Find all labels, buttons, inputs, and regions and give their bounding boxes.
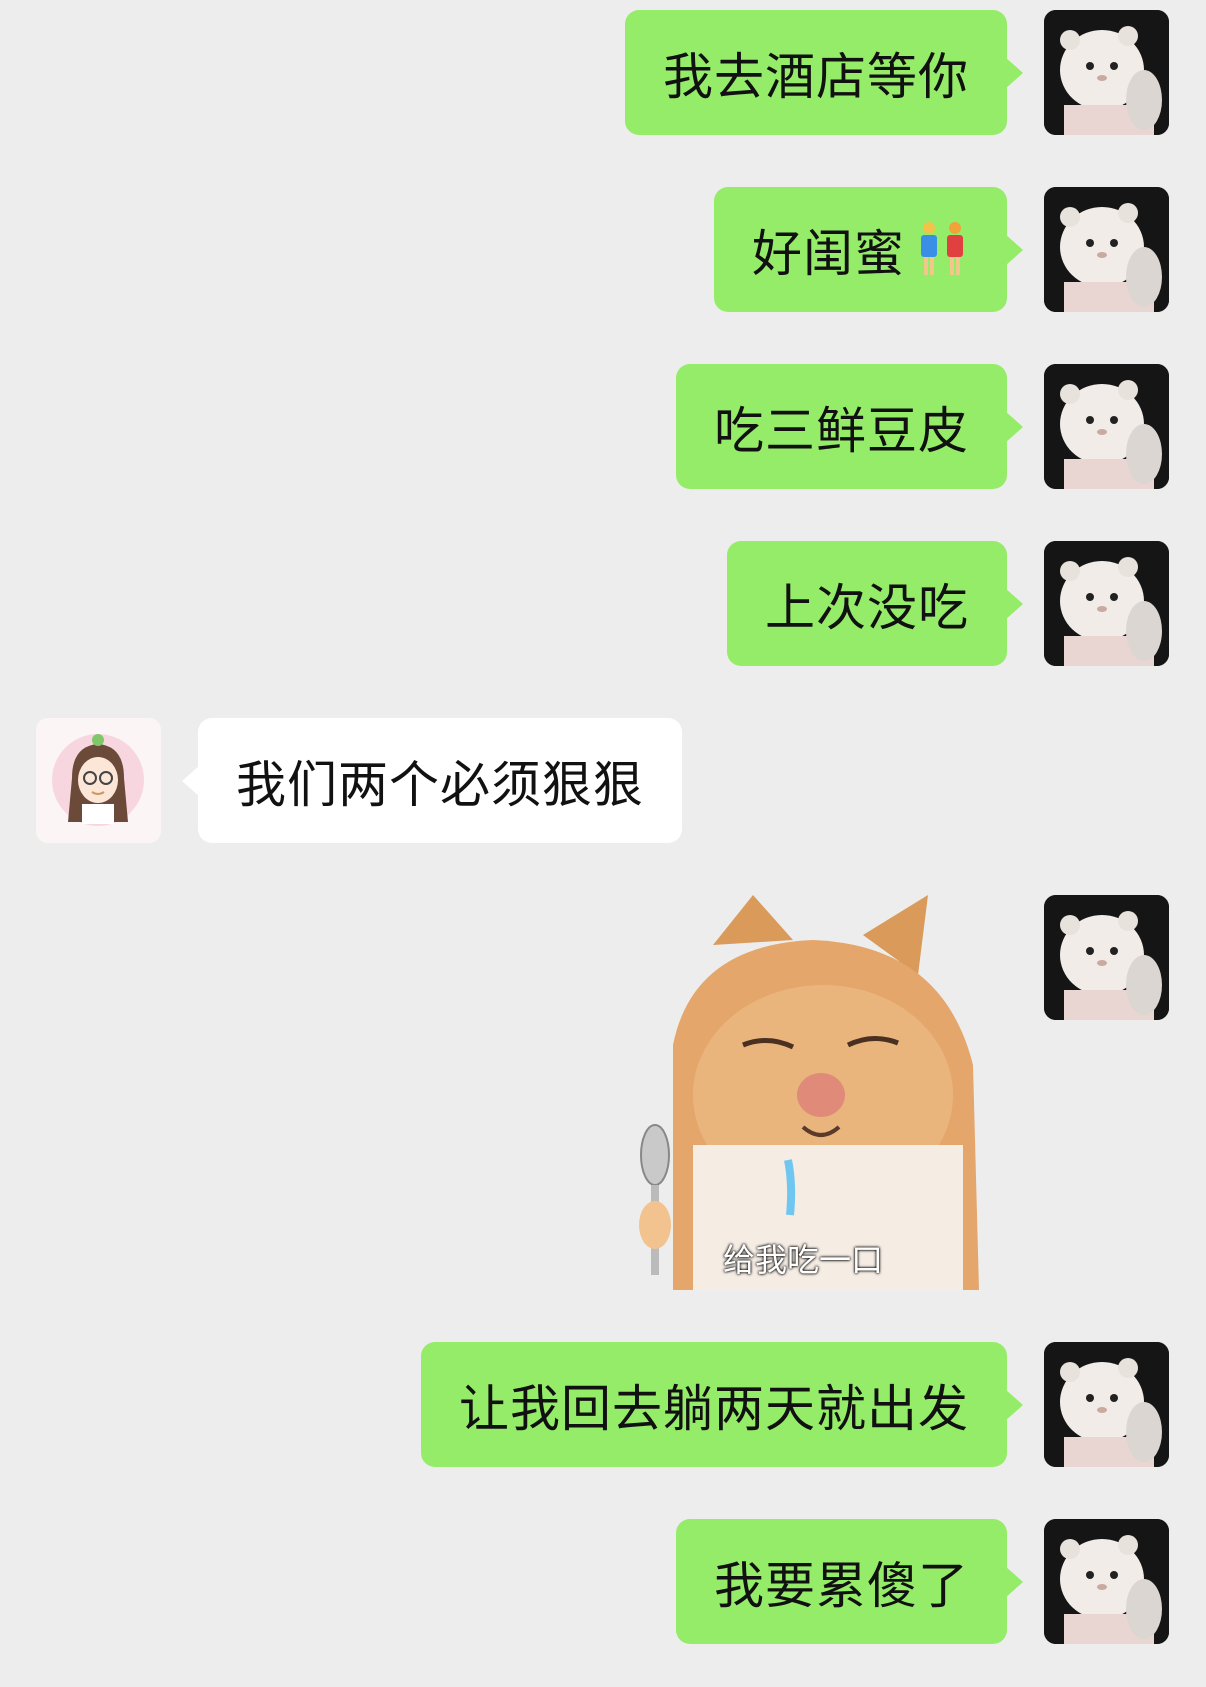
friend-message-bubble[interactable]: 我们两个必须狠狠 [182, 718, 682, 843]
message-text: 让我回去躺两天就出发 [459, 1379, 969, 1438]
message-text: 我要累傻了 [714, 1556, 969, 1615]
my-avatar[interactable] [1044, 10, 1169, 135]
white-bear-avatar-icon [1044, 541, 1169, 666]
white-bear-avatar-icon [1044, 895, 1169, 1020]
my-avatar[interactable] [1044, 1342, 1169, 1467]
my-avatar[interactable] [1044, 541, 1169, 666]
my-avatar[interactable] [1044, 364, 1169, 489]
cat-sticker-image-icon [639, 895, 979, 1290]
my-message-bubble[interactable]: 我要累傻了 [676, 1519, 1023, 1644]
my-avatar[interactable] [1044, 187, 1169, 312]
message-text: 我去酒店等你 [663, 47, 969, 106]
cartoon-girl-avatar-icon [36, 718, 161, 843]
message-text: 上次没吃 [765, 578, 969, 637]
white-bear-avatar-icon [1044, 364, 1169, 489]
message-text: 我们两个必须狠狠 [236, 755, 644, 814]
message-text: 好闺蜜 [752, 224, 905, 283]
white-bear-avatar-icon [1044, 187, 1169, 312]
message-text: 吃三鲜豆皮 [714, 401, 969, 460]
my-message-bubble[interactable]: 好闺蜜 [714, 187, 1023, 312]
my-message-bubble[interactable]: 让我回去躺两天就出发 [421, 1342, 1023, 1467]
friend-avatar[interactable] [36, 718, 161, 843]
sticker-caption: 给我吃一口 [723, 1241, 884, 1279]
my-message-bubble[interactable]: 我去酒店等你 [625, 10, 1023, 135]
white-bear-avatar-icon [1044, 1519, 1169, 1644]
two-women-emoji-icon [915, 220, 969, 280]
my-message-bubble[interactable]: 上次没吃 [727, 541, 1023, 666]
my-avatar[interactable] [1044, 1519, 1169, 1644]
cat-drooling-spoon-sticker[interactable]: 给我吃一口 [633, 895, 979, 1290]
my-avatar[interactable] [1044, 895, 1169, 1020]
my-message-bubble[interactable]: 吃三鲜豆皮 [676, 364, 1023, 489]
white-bear-avatar-icon [1044, 1342, 1169, 1467]
white-bear-avatar-icon [1044, 10, 1169, 135]
